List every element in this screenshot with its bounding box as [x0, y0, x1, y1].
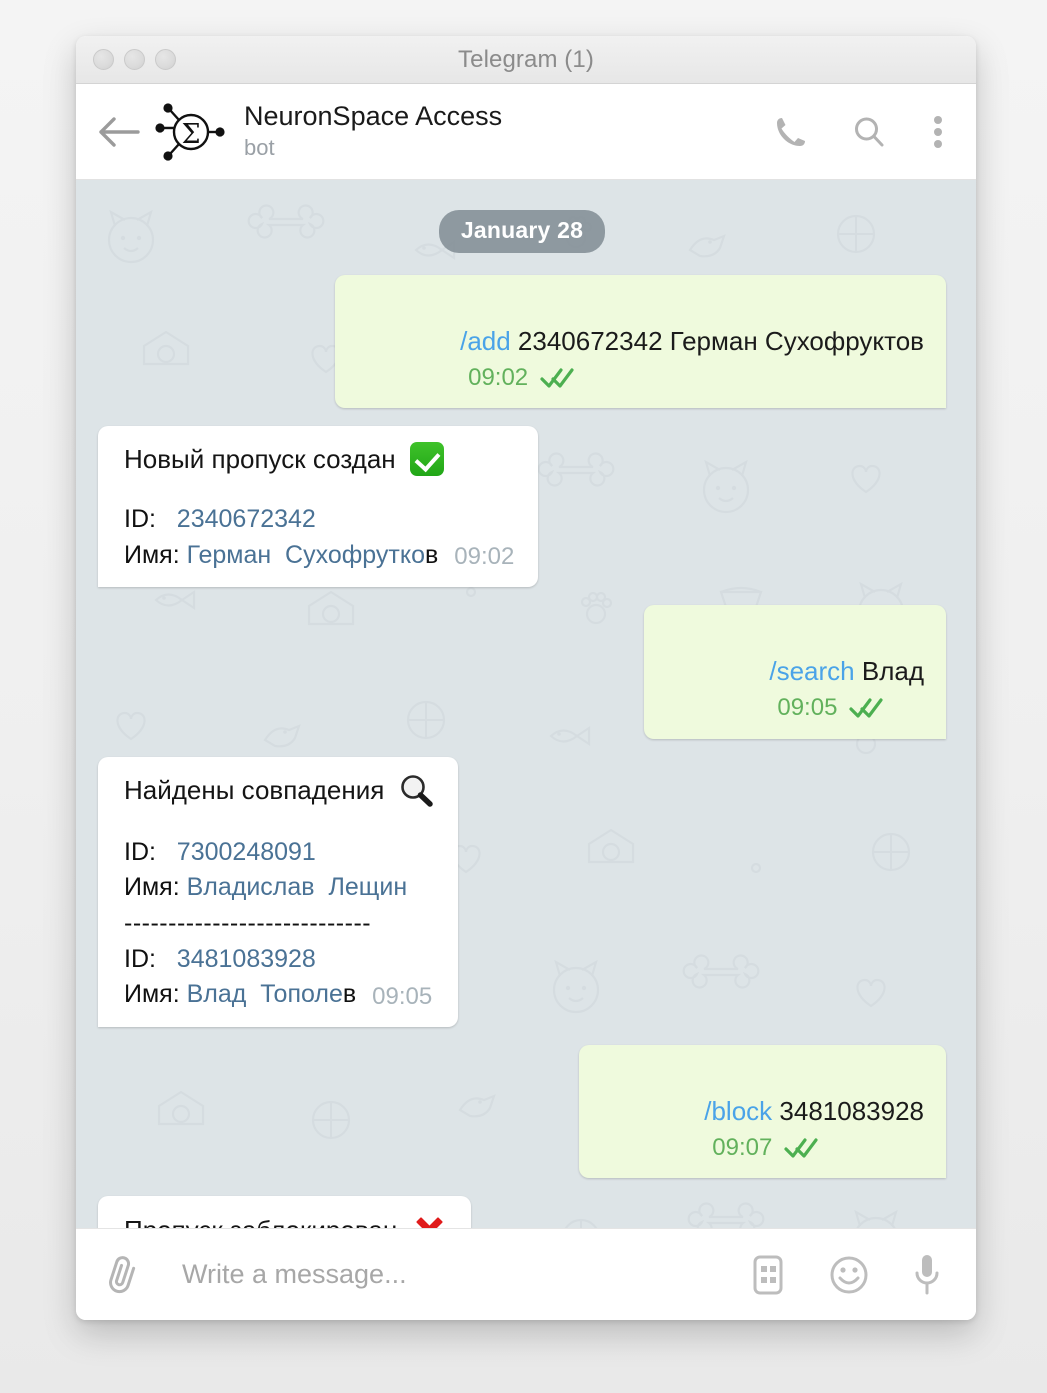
field-name-row: Имя: Герман Сухофрутков 09:02: [124, 538, 514, 574]
message-title-text: Найдены совпадения: [124, 775, 385, 806]
field-name-label: Имя:: [124, 540, 180, 569]
result-separator: ----------------------------: [124, 908, 372, 937]
message-time: 09:05: [777, 694, 838, 722]
double-check-icon: [849, 698, 884, 718]
screen: Telegram (1) Σ NeuronSpace Access bot Ja…: [0, 0, 1047, 1393]
command-token: /search: [769, 656, 855, 687]
field-id: ID: 7300248091: [124, 835, 434, 871]
field-name-label: Имя:: [124, 980, 180, 1009]
message-meta: 09:05: [777, 694, 884, 722]
field-name-row: Имя: Влад Тополев 09:05: [124, 977, 434, 1013]
message-time: 09:02: [454, 543, 515, 571]
back-arrow-icon: [99, 116, 140, 147]
field-name: Имя: Влад Тополев: [124, 977, 356, 1013]
message-text: Влад: [854, 656, 924, 687]
field-id-label: ID:: [124, 505, 156, 534]
messages-container: January 28 /add 2340672342 Герман Сухофр…: [98, 210, 946, 1228]
svg-text:Σ: Σ: [181, 119, 200, 150]
magnifying-glass-emoji: [401, 775, 434, 807]
field-name: Имя: Герман Сухофрутков: [124, 538, 438, 574]
message-title-text: Пропуск заблокирован: [124, 1215, 397, 1228]
message-title: Найдены совпадения: [124, 773, 434, 809]
double-check-icon: [540, 368, 574, 388]
emoji-button[interactable]: [828, 1254, 870, 1296]
message-row-in: Найдены совпадения ID: 7300248091 Имя: В…: [98, 756, 946, 1027]
field-id-value: 3481083928: [176, 944, 316, 973]
smiley-icon: [830, 1256, 868, 1293]
message-bubble-add-command[interactable]: /add 2340672342 Герман Сухофруктов 09:02: [334, 275, 946, 409]
message-text: 3481083928: [772, 1095, 924, 1126]
message-bubble-pass-created[interactable]: Новый пропуск создан ID: 2340672342 Имя:…: [98, 426, 539, 588]
date-badge: January 28: [438, 210, 606, 253]
attach-button[interactable]: [104, 1253, 160, 1297]
field-name-value: Герман Сухофрутко: [186, 540, 425, 569]
message-list[interactable]: January 28 /add 2340672342 Герман Сухофр…: [76, 180, 976, 1228]
white-check-mark-emoji: [409, 442, 444, 477]
message-input[interactable]: [160, 1259, 730, 1290]
message-bubble-pass-blocked[interactable]: Пропуск заблокирован ID: 3481083928 Имя:…: [98, 1196, 472, 1228]
double-check-icon: [784, 1138, 818, 1158]
field-id-label: ID:: [124, 837, 156, 866]
field-name-tail: в: [342, 980, 357, 1009]
field-name-tail: в: [425, 540, 439, 569]
field-name-value: Влад Тополе: [186, 980, 343, 1009]
call-button[interactable]: [774, 115, 808, 149]
message-row-in: Новый пропуск создан ID: 2340672342 Имя:…: [98, 426, 946, 588]
message-row-in: Пропуск заблокирован ID: 3481083928 Имя:…: [98, 1196, 946, 1228]
field-id-value: 2340672342: [176, 505, 316, 534]
peer-name: NeuronSpace Access: [244, 101, 503, 132]
search-button[interactable]: [852, 115, 886, 149]
composer-actions: [730, 1252, 942, 1298]
date-separator: January 28: [98, 210, 946, 253]
field-id-label: ID:: [124, 944, 156, 973]
keyboard-grid-icon: [753, 1255, 783, 1294]
back-button[interactable]: [98, 115, 150, 149]
message-time: 09:07: [712, 1133, 773, 1161]
message-row-out: /block 3481083928 09:07: [98, 1044, 946, 1179]
message-bubble-search-results[interactable]: Найдены совпадения ID: 7300248091 Имя: В…: [98, 756, 459, 1027]
field-name-label: Имя:: [124, 873, 180, 902]
chat-header: Σ NeuronSpace Access bot: [76, 84, 976, 180]
field-id: ID: 3481083928: [124, 942, 434, 978]
header-actions: [774, 114, 952, 150]
message-time: 09:02: [468, 363, 529, 391]
bot-commands-button[interactable]: [750, 1253, 786, 1297]
phone-icon: [777, 117, 805, 146]
message-row-out: /add 2340672342 Герман Сухофруктов 09:02: [98, 275, 946, 409]
cross-mark-emoji: [411, 1212, 447, 1228]
microphone-icon: [915, 1254, 939, 1294]
telegram-window: Telegram (1) Σ NeuronSpace Access bot Ja…: [76, 36, 976, 1320]
paperclip-icon: [109, 1255, 136, 1293]
message-title: Пропуск заблокирован: [124, 1212, 447, 1228]
neuron-sigma-logo: Σ: [155, 102, 225, 161]
message-title-text: Новый пропуск создан: [124, 443, 396, 474]
voice-record-button[interactable]: [912, 1252, 942, 1298]
message-meta: 09:07: [712, 1134, 818, 1162]
message-bubble-search-command[interactable]: /search Влад 09:05: [644, 605, 946, 739]
message-row-out: /search Влад 09:05: [98, 605, 946, 739]
message-bubble-block-command[interactable]: /block 3481083928 09:07: [579, 1044, 946, 1179]
command-token: /block: [704, 1095, 773, 1126]
message-time: 09:05: [372, 982, 433, 1010]
message-composer: [76, 1228, 976, 1320]
message-title: Новый пропуск создан: [124, 442, 514, 477]
peer-info[interactable]: NeuronSpace Access bot: [244, 101, 774, 161]
field-id: ID: 2340672342: [124, 502, 514, 538]
more-vertical-icon: [934, 115, 942, 148]
avatar[interactable]: Σ: [154, 102, 228, 162]
peer-status: bot: [244, 135, 275, 161]
window-title: Telegram (1): [458, 45, 594, 73]
field-name-value: Владислав Лещин: [186, 873, 408, 902]
message-meta: 09:02: [468, 364, 574, 392]
message-text: 2340672342 Герман Сухофруктов: [510, 325, 924, 356]
command-token: /add: [460, 325, 511, 356]
search-icon: [855, 117, 884, 146]
field-id-value: 7300248091: [176, 837, 316, 866]
field-name: Имя: Владислав Лещин: [124, 870, 434, 906]
more-menu-button[interactable]: [930, 114, 946, 150]
window-titlebar: Telegram (1): [76, 36, 976, 84]
